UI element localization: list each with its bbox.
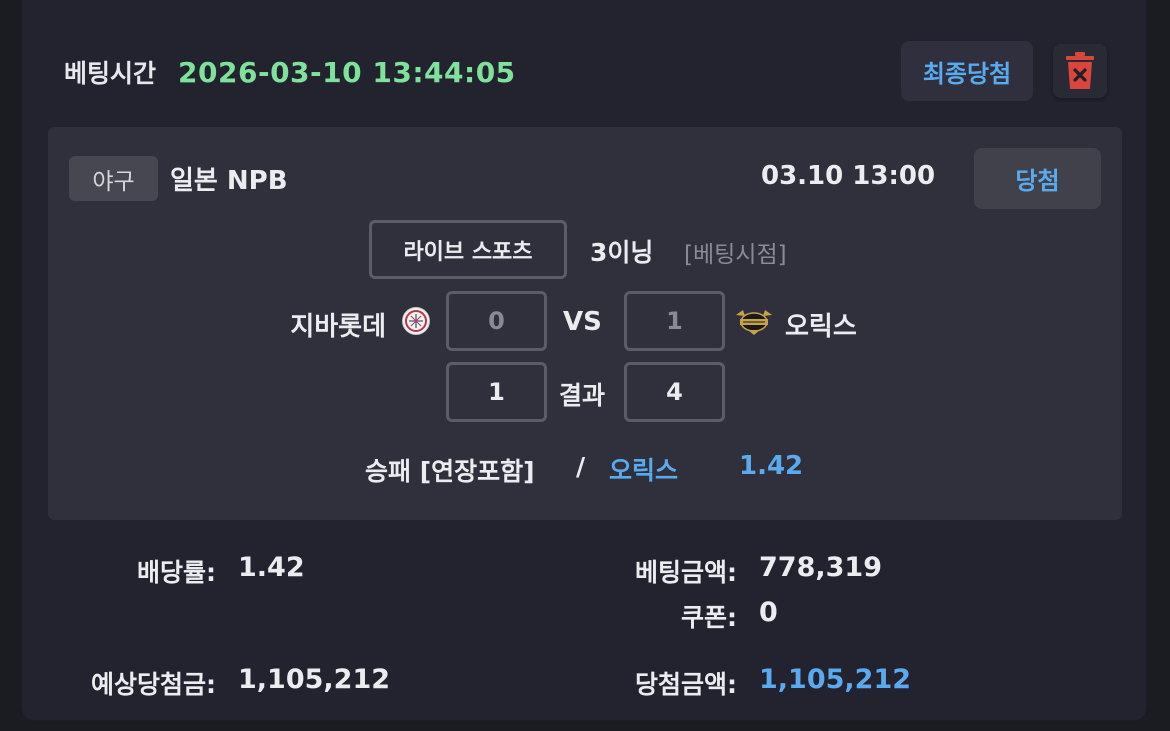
bet-amount-label: 베팅금액: bbox=[635, 558, 737, 587]
picked-odds: 1.42 bbox=[739, 451, 804, 481]
picked-team: 오릭스 bbox=[609, 456, 679, 485]
bet-time-value: 2026-03-10 13:44:05 bbox=[178, 55, 516, 89]
expected-win-label: 예상당첨금: bbox=[91, 670, 216, 699]
market-label: 승패 [연장포함] bbox=[365, 457, 535, 486]
home-team-name: 지바롯데 bbox=[290, 312, 386, 342]
coupon-value: 0 bbox=[759, 597, 778, 628]
home-bet-score: 0 bbox=[446, 291, 547, 351]
win-amount-label: 당첨금액: bbox=[635, 670, 737, 699]
result-label: 결과 bbox=[559, 381, 606, 410]
match-datetime: 03.10 13:00 bbox=[761, 161, 936, 191]
bet-amount-value: 778,319 bbox=[759, 552, 882, 583]
league-name: 일본 NPB bbox=[170, 166, 288, 196]
expected-win-value: 1,105,212 bbox=[238, 664, 391, 695]
bet-time-row: 베팅시간 2026-03-10 13:44:05 bbox=[64, 54, 516, 90]
live-sports-tag: 라이브 스포츠 bbox=[369, 220, 567, 279]
bet-time-label: 베팅시간 bbox=[64, 59, 157, 88]
win-amount-value: 1,105,212 bbox=[759, 664, 912, 695]
away-team-name: 오릭스 bbox=[785, 312, 857, 342]
bet-point-label: [베팅시점] bbox=[684, 242, 787, 268]
marines-logo-icon bbox=[402, 307, 430, 335]
coupon-label: 쿠폰: bbox=[681, 603, 737, 632]
trash-icon bbox=[1066, 52, 1094, 89]
final-win-button[interactable]: 최종당첨 bbox=[901, 41, 1033, 101]
inning-label: 3이닝 bbox=[590, 238, 654, 267]
win-status-badge: 당첨 bbox=[974, 148, 1101, 209]
odds-label: 배당률: bbox=[137, 558, 216, 587]
away-final-score: 4 bbox=[624, 362, 725, 422]
sport-tag: 야구 bbox=[69, 156, 158, 201]
vs-label: VS bbox=[563, 307, 602, 337]
delete-button[interactable] bbox=[1053, 44, 1107, 98]
odds-value: 1.42 bbox=[238, 552, 305, 583]
away-bet-score: 1 bbox=[624, 291, 725, 351]
home-final-score: 1 bbox=[446, 362, 547, 422]
pick-separator: / bbox=[576, 452, 586, 481]
buffaloes-logo-icon bbox=[736, 310, 772, 335]
